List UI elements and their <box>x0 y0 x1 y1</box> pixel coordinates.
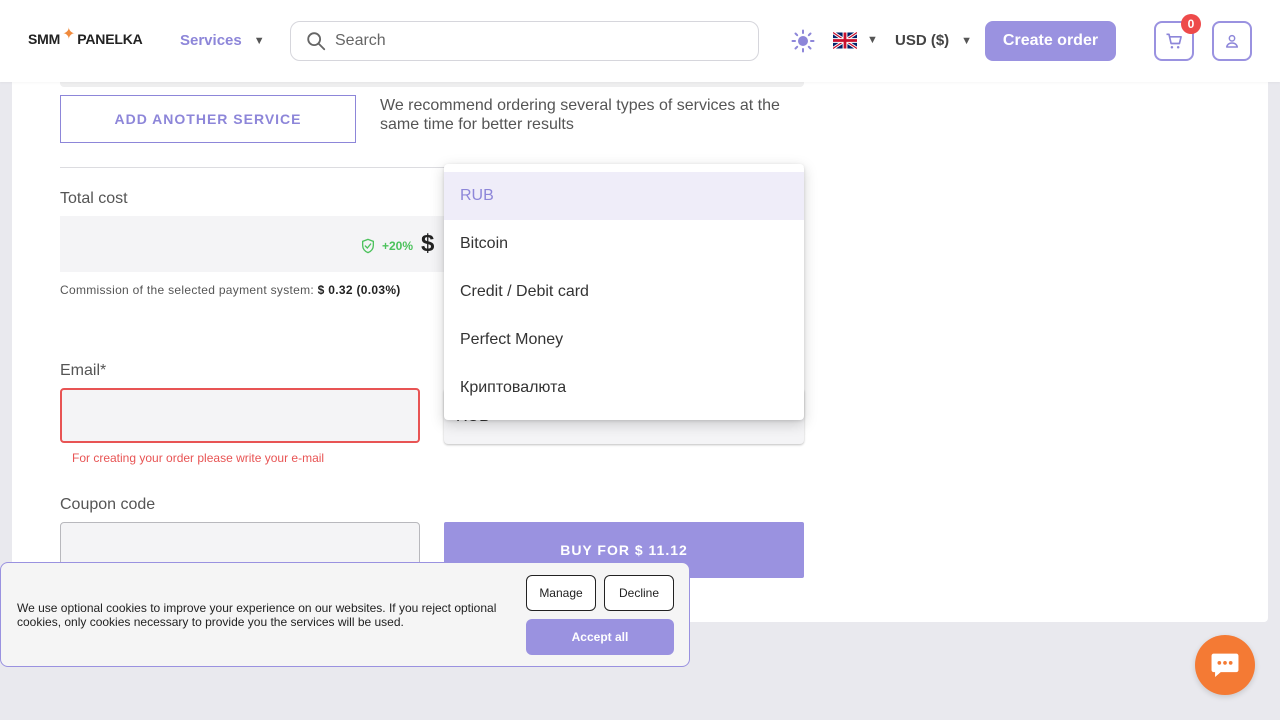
payment-method-dropdown: RUB Bitcoin Credit / Debit card Perfect … <box>444 164 804 420</box>
recommendation-text: We recommend ordering several types of s… <box>380 97 780 133</box>
cart-icon <box>1166 33 1182 49</box>
commission-prefix: Commission of the selected payment syste… <box>60 283 318 297</box>
search-icon <box>307 32 326 51</box>
cookie-text: We use optional cookies to improve your … <box>17 601 497 629</box>
shield-check-icon <box>362 238 374 254</box>
total-cost-label: Total cost <box>60 190 128 207</box>
bonus-percent: +20% <box>382 239 414 253</box>
payment-option-rub[interactable]: RUB <box>444 172 804 220</box>
commission-info: Commission of the selected payment syste… <box>60 283 401 297</box>
star-icon: ✦ <box>62 26 76 43</box>
coupon-label: Coupon code <box>60 496 156 513</box>
chevron-down-icon[interactable]: ▼ <box>867 34 878 46</box>
logo-text-left: SMM <box>28 31 61 47</box>
user-icon <box>1225 34 1239 48</box>
total-currency-symbol: $ <box>421 230 435 257</box>
chevron-down-icon: ▼ <box>961 34 973 47</box>
user-account-button[interactable] <box>1212 21 1252 61</box>
services-menu[interactable]: Services ▼ <box>180 32 265 49</box>
service-card-bottom <box>60 82 804 87</box>
decline-cookies-button[interactable]: Decline <box>604 575 674 611</box>
email-field[interactable] <box>60 388 420 443</box>
cookie-banner: We use optional cookies to improve your … <box>0 562 690 667</box>
payment-option-perfect-money[interactable]: Perfect Money <box>444 316 804 364</box>
add-another-service-button[interactable]: ADD ANOTHER SERVICE <box>60 95 356 143</box>
chat-button[interactable] <box>1195 635 1255 695</box>
create-order-button[interactable]: Create order <box>985 21 1116 61</box>
services-label: Services <box>180 32 242 49</box>
search-input[interactable] <box>335 32 715 50</box>
currency-label: USD ($) <box>895 32 950 49</box>
chevron-down-icon: ▼ <box>253 34 265 47</box>
search-bar[interactable] <box>290 21 759 61</box>
uk-flag-icon[interactable] <box>833 32 857 49</box>
payment-option-crypto[interactable]: Криптовалюта <box>444 364 804 412</box>
email-error-message: For creating your order please write you… <box>72 451 325 465</box>
accept-all-cookies-button[interactable]: Accept all <box>526 619 674 655</box>
email-label: Email* <box>60 362 107 379</box>
top-header: SMM ✦ PANELKA Services ▼ ▼ USD ($) ▼ <box>0 0 1280 82</box>
payment-option-card[interactable]: Credit / Debit card <box>444 268 804 316</box>
commission-value: $ 0.32 (0.03%) <box>317 283 401 297</box>
currency-selector[interactable]: USD ($) ▼ <box>895 32 972 49</box>
sun-icon[interactable] <box>791 29 815 53</box>
logo-text-right: PANELKA <box>77 31 143 47</box>
site-logo[interactable]: SMM ✦ PANELKA <box>28 26 143 47</box>
chat-icon <box>1211 653 1239 678</box>
manage-cookies-button[interactable]: Manage <box>526 575 596 611</box>
cart-count-badge: 0 <box>1181 14 1201 34</box>
payment-option-bitcoin[interactable]: Bitcoin <box>444 220 804 268</box>
